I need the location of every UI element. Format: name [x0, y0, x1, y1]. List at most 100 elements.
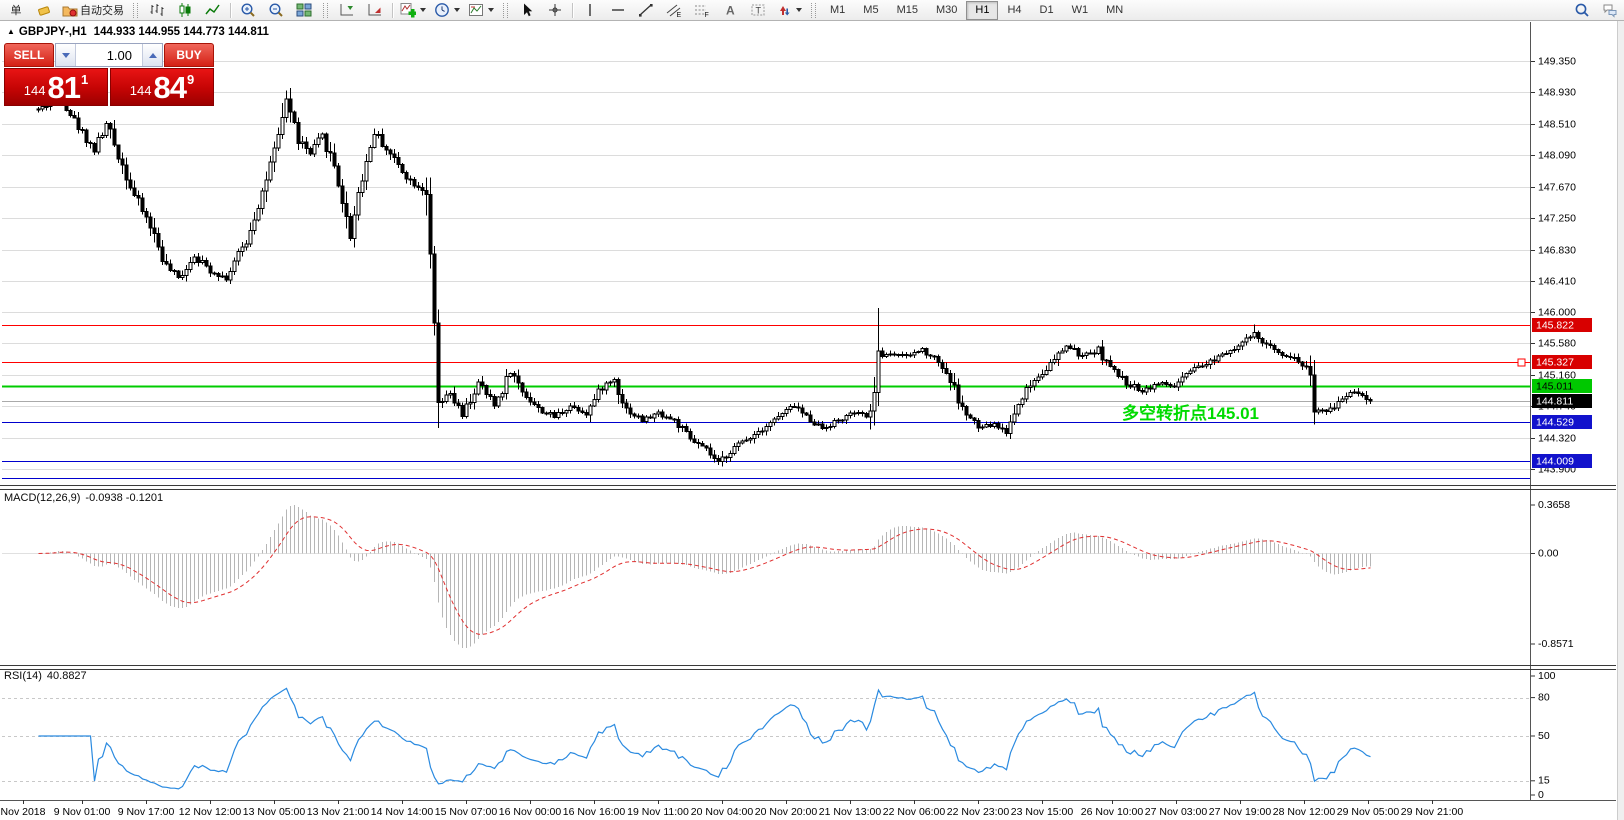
- symbol-name: GBPJPY-,H1: [19, 26, 87, 38]
- volume-decrease-button[interactable]: [56, 44, 76, 66]
- toolbar: 单 自动交易 E F A T M1M5M15M30H1H4D1W1MN: [0, 0, 1624, 21]
- time-axis-label: 27 Nov 19:00: [1209, 806, 1272, 818]
- chart-shift-button[interactable]: [333, 0, 361, 21]
- candlestick-chart-button[interactable]: [171, 0, 199, 21]
- timeframe-m1-button[interactable]: M1: [821, 1, 854, 20]
- time-axis-label: Nov 2018: [1, 806, 46, 818]
- crosshair-button[interactable]: [541, 0, 569, 21]
- time-axis-label: 12 Nov 12:00: [179, 806, 242, 818]
- dropdown-arrow-icon[interactable]: [454, 8, 460, 12]
- arrows-icon: [776, 2, 792, 18]
- timeframe-w1-button[interactable]: W1: [1063, 1, 1098, 20]
- cursor-button[interactable]: [513, 0, 541, 21]
- dropdown-arrow-icon[interactable]: [420, 8, 426, 12]
- time-axis-label: 28 Nov 12:00: [1273, 806, 1336, 818]
- timeframe-mn-button[interactable]: MN: [1097, 1, 1132, 20]
- symbol-title: ▲ GBPJPY-,H1 144.933 144.955 144.773 144.8…: [7, 26, 269, 38]
- fibo-icon: F: [694, 2, 710, 18]
- autotrade-icon: [62, 2, 78, 18]
- toolbar-separator: [572, 3, 573, 18]
- time-axis-label: 20 Nov 04:00: [691, 806, 754, 818]
- time-axis-label: 22 Nov 06:00: [883, 806, 946, 818]
- macd-axis-label: 0.00: [1538, 547, 1559, 559]
- sell-price-box[interactable]: 144 81 1: [4, 68, 108, 106]
- volume-stepper[interactable]: 1.00: [55, 43, 163, 67]
- toolbar-grip: [323, 3, 328, 18]
- templates-button[interactable]: [464, 0, 498, 21]
- chart-canvas[interactable]: 149.350148.930148.510148.090147.670147.2…: [0, 0, 1624, 820]
- cursor-icon: [519, 2, 535, 18]
- search-button[interactable]: [1568, 0, 1596, 21]
- text-button[interactable]: A: [716, 0, 744, 21]
- tile-windows-button[interactable]: [290, 0, 318, 21]
- timeframe-m15-button[interactable]: M15: [888, 1, 927, 20]
- time-axis-label: 20 Nov 20:00: [755, 806, 818, 818]
- zoomout-icon: [268, 2, 284, 18]
- labelt-icon: T: [750, 2, 766, 18]
- time-axis-label: 27 Nov 03:00: [1145, 806, 1208, 818]
- timeframe-m5-button[interactable]: M5: [854, 1, 887, 20]
- toolbar-grip: [811, 3, 816, 18]
- bar-chart-button[interactable]: [143, 0, 171, 21]
- buy-button[interactable]: BUY: [164, 43, 214, 67]
- rsi-value: 40.8827: [47, 670, 87, 682]
- text-label-button[interactable]: T: [744, 0, 772, 21]
- equidistant-channel-button[interactable]: E: [660, 0, 688, 21]
- autotrading-button[interactable]: 自动交易: [58, 0, 128, 21]
- autotrading-button-label: 自动交易: [80, 2, 124, 18]
- indicators-button[interactable]: [396, 0, 430, 21]
- arrows-button[interactable]: [772, 0, 806, 21]
- channel-icon: E: [666, 2, 682, 18]
- buy-price-pip: 9: [187, 72, 194, 87]
- tile-icon: [296, 2, 312, 18]
- toolbar-grip: [133, 3, 138, 18]
- rsi-name: RSI(14): [4, 670, 42, 682]
- volume-increase-button[interactable]: [142, 44, 162, 66]
- collapse-triangle-icon[interactable]: ▲: [7, 27, 15, 36]
- price-tick-label: 146.000: [1538, 306, 1576, 318]
- trendline-button[interactable]: [632, 0, 660, 21]
- sell-price-pip: 1: [81, 72, 88, 87]
- sell-button[interactable]: SELL: [4, 43, 54, 67]
- periods-button[interactable]: [430, 0, 464, 21]
- hline-price-label-text: 144.009: [1536, 455, 1574, 467]
- search-icon: [1574, 2, 1590, 18]
- time-axis-label: 15 Nov 07:00: [435, 806, 498, 818]
- linechart-icon: [205, 2, 221, 18]
- volume-value[interactable]: 1.00: [76, 44, 142, 66]
- svg-text:T: T: [756, 6, 762, 16]
- auto-scroll-button[interactable]: [361, 0, 389, 21]
- timeframe-h4-button[interactable]: H4: [998, 1, 1030, 20]
- dropdown-arrow-icon[interactable]: [488, 8, 494, 12]
- zoom-out-button[interactable]: [262, 0, 290, 21]
- timeframe-d1-button[interactable]: D1: [1031, 1, 1063, 20]
- zoom-in-button[interactable]: [234, 0, 262, 21]
- symbol-ohlc: 144.933 144.955 144.773 144.811: [94, 26, 269, 38]
- crosshair-icon: [547, 2, 563, 18]
- buy-price-prefix: 144: [130, 83, 152, 98]
- svg-text:F: F: [705, 12, 709, 18]
- one-click-trade-panel: SELL 1.00 BUY 144 81 1 144 84 9: [4, 43, 214, 106]
- trend-icon: [638, 2, 654, 18]
- chart-annotation-text: 多空转折点145.01: [1122, 399, 1259, 424]
- timeframe-m30-button[interactable]: M30: [927, 1, 966, 20]
- fibonacci-button[interactable]: F: [688, 0, 716, 21]
- timeframe-h1-button[interactable]: H1: [966, 1, 998, 20]
- line-chart-button[interactable]: [199, 0, 227, 21]
- new-order-button[interactable]: 单: [2, 0, 30, 21]
- rsi-indicator-label: RSI(14) 40.8827: [4, 670, 87, 682]
- sell-price-prefix: 144: [24, 83, 46, 98]
- arrow-down-icon: [62, 53, 70, 58]
- time-axis-label: 9 Nov 17:00: [118, 806, 175, 818]
- current-price-label-text: 144.811: [1536, 395, 1573, 407]
- vertical-line-button[interactable]: [576, 0, 604, 21]
- buy-price-box[interactable]: 144 84 9: [110, 68, 214, 106]
- horizontal-line-button[interactable]: [604, 0, 632, 21]
- zoomin-icon: [240, 2, 256, 18]
- time-axis-label: 23 Nov 15:00: [1011, 806, 1074, 818]
- chat-button[interactable]: [1596, 0, 1624, 21]
- dropdown-arrow-icon[interactable]: [796, 8, 802, 12]
- eraser-button[interactable]: [30, 0, 58, 21]
- price-tick-label: 147.250: [1538, 212, 1576, 224]
- price-tick-label: 146.410: [1538, 275, 1576, 287]
